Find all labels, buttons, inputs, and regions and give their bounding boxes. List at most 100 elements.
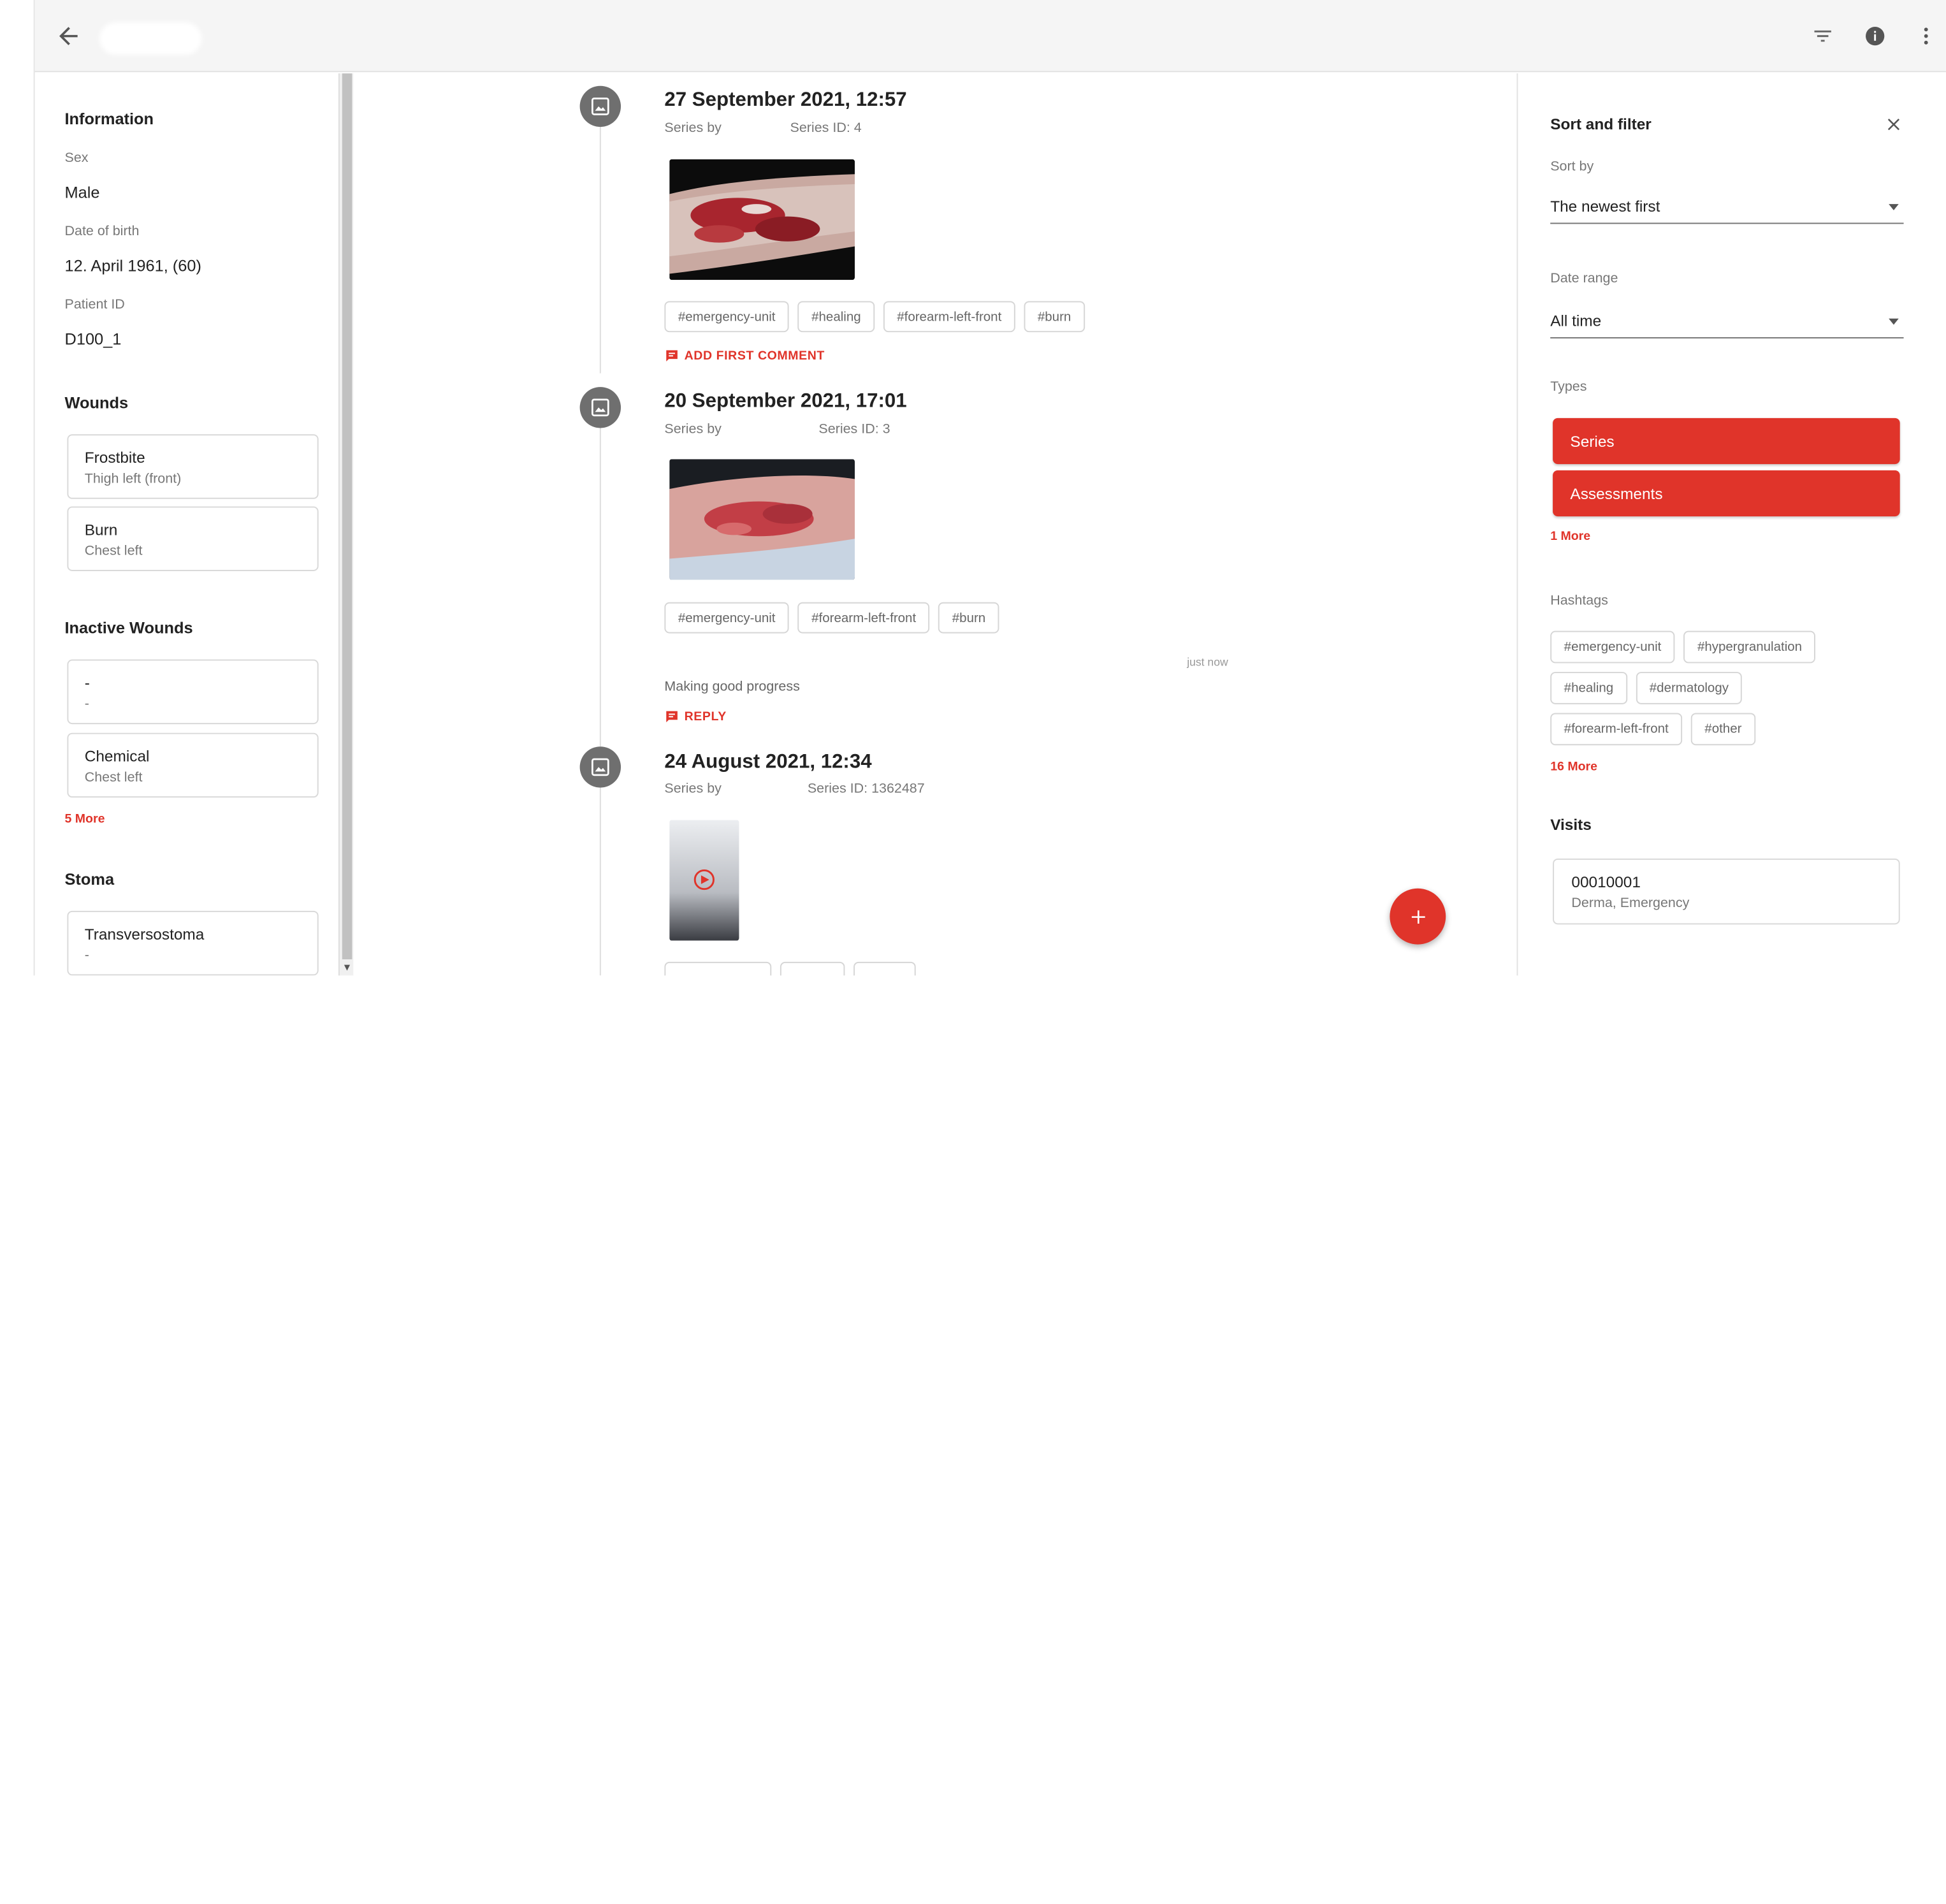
- wound-name: Chemical: [84, 748, 150, 766]
- hashtag-filter-chip[interactable]: #hypergranulation: [1683, 630, 1816, 664]
- series-id: Series ID: 3: [818, 421, 890, 437]
- hashtag-chip[interactable]: #burn: [938, 602, 999, 634]
- more-options-button[interactable]: [1913, 24, 1938, 48]
- series-by: Series by: [664, 120, 722, 136]
- close-filter-button[interactable]: [1884, 115, 1903, 134]
- left-edge: [0, 0, 35, 976]
- type-toggle-series[interactable]: Series: [1553, 418, 1900, 465]
- scrollbar-thumb[interactable]: [342, 73, 352, 959]
- hashtag-chip[interactable]: #emergency-unit: [664, 301, 789, 333]
- types-label: Types: [1550, 379, 1587, 395]
- wound-location: Thigh left (front): [84, 471, 182, 487]
- wound-video-thumbnail[interactable]: [669, 820, 739, 941]
- scroll-down-arrow-icon[interactable]: ▼: [342, 962, 352, 973]
- hashtag-filter-row: #forearm-left-front #other: [1550, 713, 1755, 746]
- dropdown-arrow-icon: [1889, 318, 1899, 325]
- sort-by-select[interactable]: The newest first: [1550, 192, 1904, 224]
- plus-icon: [1411, 910, 1425, 924]
- inactive-wounds-more-link[interactable]: 5 More: [65, 813, 105, 826]
- filter-icon: [1814, 30, 1831, 42]
- series-date: 20 September 2021, 17:01: [664, 390, 907, 412]
- wound-name: Burn: [84, 521, 118, 539]
- timeline-line: [599, 108, 601, 374]
- date-range-value: All time: [1550, 312, 1602, 330]
- sort-filter-title: Sort and filter: [1550, 115, 1652, 133]
- series-timeline-icon: [579, 85, 621, 127]
- hashtag-filter-chip[interactable]: #healing: [1550, 672, 1627, 704]
- back-button[interactable]: [55, 22, 82, 50]
- comment-timestamp: just now: [1187, 655, 1228, 669]
- comment-text: Making good progress: [664, 679, 800, 695]
- comment-icon: [666, 350, 678, 362]
- types-more-link[interactable]: 1 More: [1550, 530, 1590, 544]
- series-timeline-icon: [579, 746, 621, 788]
- series-hashtags-partial: [664, 961, 916, 976]
- stoma-card[interactable]: Transversostoma -: [67, 910, 319, 976]
- wound-location: -: [84, 697, 89, 712]
- image-icon: [592, 398, 609, 417]
- wound-photo-thumbnail[interactable]: [669, 159, 855, 280]
- series-hashtags: #emergency-unit #forearm-left-front #bur…: [664, 602, 999, 634]
- series-hashtags: #emergency-unit #healing #forearm-left-f…: [664, 301, 1085, 333]
- dob-value: 12. April 1961, (60): [64, 256, 201, 275]
- series-date: 27 September 2021, 12:57: [664, 89, 907, 111]
- wound-card[interactable]: Burn Chest left: [67, 506, 319, 571]
- visits-title: Visits: [1550, 816, 1592, 834]
- wound-name: Frostbite: [84, 449, 145, 467]
- patient-id-value: D100_1: [64, 330, 122, 349]
- hashtag-chip[interactable]: #burn: [1024, 301, 1085, 333]
- hashtag-filter-chip[interactable]: #other: [1690, 713, 1755, 746]
- series-date: 24 August 2021, 12:34: [664, 752, 872, 773]
- info-button[interactable]: [1862, 24, 1887, 48]
- hashtag-filter-chip[interactable]: #forearm-left-front: [1550, 713, 1683, 746]
- image-icon: [592, 98, 609, 115]
- type-toggle-assessments[interactable]: Assessments: [1553, 470, 1900, 517]
- filter-button[interactable]: [1810, 24, 1835, 48]
- arrow-left-icon: [59, 27, 78, 45]
- sort-by-label: Sort by: [1550, 159, 1594, 175]
- hashtag-chip[interactable]: #forearm-left-front: [797, 602, 930, 634]
- hashtag-filter-row: #emergency-unit #hypergranulation: [1550, 630, 1816, 664]
- reply-button[interactable]: REPLY: [664, 709, 726, 724]
- hashtag-chip[interactable]: #forearm-left-front: [883, 301, 1015, 333]
- wound-location: Chest left: [84, 544, 143, 559]
- wounds-title: Wounds: [64, 393, 129, 412]
- image-icon: [592, 758, 609, 776]
- inactive-wound-card[interactable]: Chemical Chest left: [67, 732, 319, 798]
- wound-card[interactable]: Frostbite Thigh left (front): [67, 434, 319, 499]
- hashtag-chip[interactable]: #emergency-unit: [664, 602, 789, 634]
- comment-icon: [666, 711, 678, 723]
- sort-filter-panel: Sort and filter Sort by The newest first…: [1516, 73, 1946, 976]
- hashtags-more-link[interactable]: 16 More: [1550, 760, 1597, 774]
- wound-photo-thumbnail[interactable]: [669, 459, 855, 580]
- series-timeline-icon: [579, 387, 621, 428]
- inactive-wound-card[interactable]: - -: [67, 659, 319, 725]
- hashtag-chip[interactable]: [780, 961, 845, 976]
- add-first-comment-button[interactable]: ADD FIRST COMMENT: [664, 349, 825, 363]
- information-title: Information: [64, 109, 154, 129]
- sex-label: Sex: [64, 150, 89, 166]
- dob-label: Date of birth: [64, 224, 140, 239]
- stoma-name: Transversostoma: [84, 926, 205, 943]
- patient-panel-scrollbar[interactable]: ▼: [338, 73, 354, 976]
- sort-by-value: The newest first: [1550, 198, 1660, 215]
- redacted-patient-name: [99, 22, 202, 55]
- sex-value: Male: [64, 182, 100, 202]
- hashtag-chip[interactable]: [664, 961, 772, 976]
- hashtag-chip[interactable]: [853, 961, 916, 976]
- top-bar: [34, 0, 1946, 73]
- close-icon: [1887, 119, 1900, 131]
- stoma-title: Stoma: [64, 869, 115, 889]
- date-range-select[interactable]: All time: [1550, 306, 1904, 338]
- series-by: Series by: [664, 421, 722, 437]
- visit-card[interactable]: 00010001 Derma, Emergency: [1553, 858, 1900, 925]
- timeline-line: [599, 409, 601, 747]
- hashtag-filter-chip[interactable]: #dermatology: [1636, 672, 1743, 704]
- inactive-wounds-title: Inactive Wounds: [64, 618, 193, 637]
- timeline-line: [599, 787, 601, 976]
- hashtag-chip[interactable]: #healing: [797, 301, 875, 333]
- hashtag-filter-row: #healing #dermatology: [1550, 672, 1743, 704]
- hashtags-label: Hashtags: [1550, 593, 1608, 609]
- add-series-fab[interactable]: [1390, 888, 1446, 945]
- hashtag-filter-chip[interactable]: #emergency-unit: [1550, 630, 1675, 664]
